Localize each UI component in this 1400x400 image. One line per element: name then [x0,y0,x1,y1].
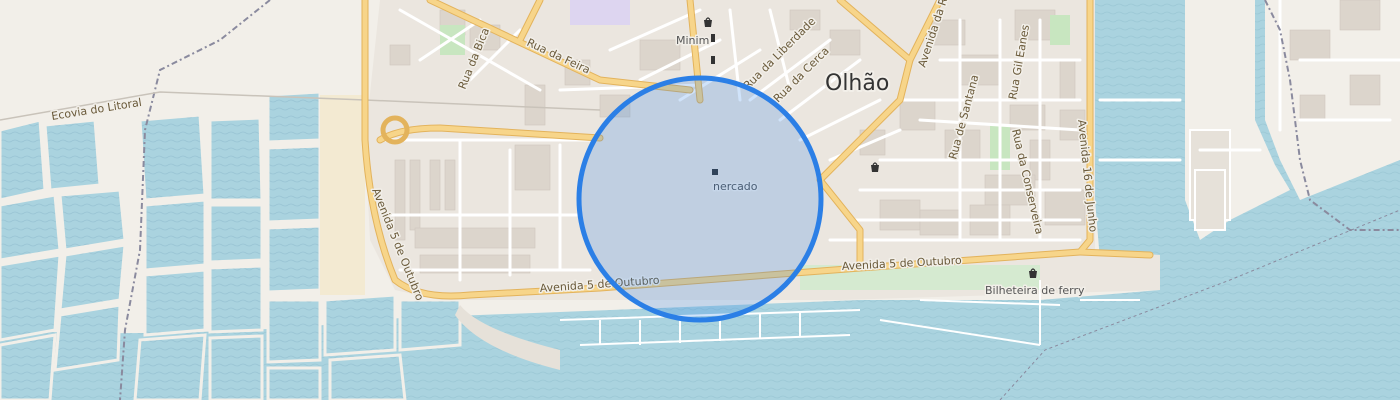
sand-area [320,95,365,295]
poi-shop-label: Minim [676,34,709,47]
shop-icon[interactable] [711,56,715,64]
poi-ferry-label: Bilheteira de ferry [985,284,1085,297]
shop-icon[interactable] [711,34,715,42]
landuse-area [570,0,630,25]
map-view[interactable]: Ecovia do Litoral Rua da Bica Rua da Fei… [0,0,1400,400]
selection-circle[interactable] [576,75,824,323]
park [1050,15,1070,45]
place-name: Olhão [825,71,889,96]
map-canvas[interactable]: Ecovia do Litoral Rua da Bica Rua da Fei… [0,0,1400,400]
